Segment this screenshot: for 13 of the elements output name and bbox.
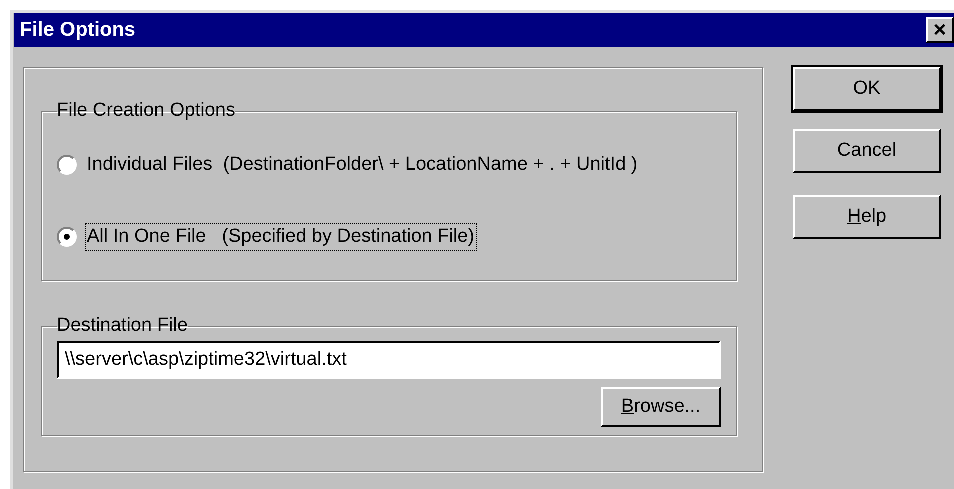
radio-button[interactable] <box>57 227 77 247</box>
browse-button[interactable]: Browse... <box>601 387 721 427</box>
group-title: Destination File <box>57 315 188 337</box>
dialog-button[interactable]: OK <box>793 67 941 111</box>
radio-button[interactable] <box>57 155 77 175</box>
dialog-button[interactable]: Help <box>793 195 941 239</box>
close-button[interactable]: × <box>926 17 954 43</box>
destination-field[interactable]: \\server\c\asp\ziptime32\virtual.txt <box>57 341 721 379</box>
option-label[interactable]: Individual Files (DestinationFolder\ + LocationName + . + UnitId ) <box>85 151 640 179</box>
option-label[interactable]: All In One File (Specified by Destination File) <box>85 223 477 251</box>
window-title: File Options <box>20 18 136 42</box>
dialog-button[interactable]: Cancel <box>793 129 941 173</box>
group-title: File Creation Options <box>57 100 236 122</box>
